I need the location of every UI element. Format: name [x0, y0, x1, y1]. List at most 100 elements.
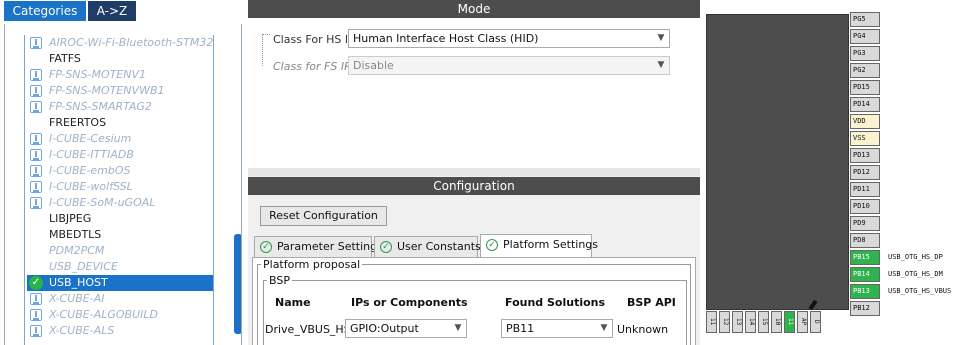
pin-pg5[interactable]: PG5: [850, 12, 880, 27]
mode-body: Class For HS IP Human Interface Host Cla…: [248, 18, 700, 168]
component-list-item[interactable]: I-CUBE-ITTIADB: [27, 147, 213, 163]
pin-pb13[interactable]: PB13: [850, 284, 880, 299]
download-icon: [30, 85, 42, 97]
pin-vss[interactable]: VSS: [850, 131, 880, 146]
component-list: AIROC-Wi-Fi-Bluetooth-STM32 FATFS FP-SNS-M…: [24, 35, 214, 345]
pin-pb15[interactable]: PB15: [850, 250, 880, 265]
hs-class-value: Human Interface Host Class (HID): [353, 32, 539, 45]
pin-pd11[interactable]: PD11: [850, 182, 880, 197]
download-icon: [30, 69, 42, 81]
component-list-item-label: I-CUBE-embOS: [49, 164, 131, 177]
component-list-item-label: PDM2PCM: [49, 244, 105, 257]
component-list-item-label: I-CUBE-Cesium: [49, 132, 132, 145]
component-list-item[interactable]: FREERTOS: [27, 115, 213, 131]
hs-class-label: Class For HS IP: [273, 33, 355, 46]
pin-pg2[interactable]: PG2: [850, 63, 880, 78]
pin-pd10[interactable]: PD10: [850, 199, 880, 214]
solution-select[interactable]: PB11 ▼: [501, 319, 613, 338]
download-icon: [30, 309, 42, 321]
component-list-item[interactable]: FP-SNS-MOTENVWB1: [27, 83, 213, 99]
fs-class-select[interactable]: Disable ▼: [348, 56, 670, 75]
platform-proposal-label: Platform proposal: [261, 258, 363, 271]
component-list-item[interactable]: AIROC-Wi-Fi-Bluetooth-STM32: [27, 35, 213, 51]
component-list-item-label: LIBJPEG: [49, 212, 92, 225]
download-icon: [30, 149, 42, 161]
column-header-name: Name: [275, 296, 311, 309]
tab-platform-settings[interactable]: ✓ Platform Settings: [480, 234, 598, 258]
component-list-item-label: FP-SNS-MOTENVWB1: [49, 84, 165, 97]
configuration-header: Configuration: [248, 177, 700, 195]
pin-pb12[interactable]: PB12: [850, 301, 880, 316]
component-list-item[interactable]: X-CUBE-ALS: [27, 323, 213, 339]
pin-pd15[interactable]: PD15: [850, 80, 880, 95]
column-header-solutions: Found Solutions: [505, 296, 606, 309]
component-list-item-label: I-CUBE-ITTIADB: [49, 148, 134, 161]
tab-user-constants[interactable]: ✓ User Constants: [374, 236, 481, 258]
component-list-item[interactable]: PDM2PCM: [27, 243, 213, 259]
mode-header: Mode: [248, 0, 700, 18]
component-list-item[interactable]: I-CUBE-Cesium: [27, 131, 213, 147]
component-list-item-label: X-CUBE-ALS: [49, 324, 115, 337]
component-list-item[interactable]: X-CUBE-AI: [27, 291, 213, 307]
check-icon: ✓: [29, 276, 43, 290]
column-header-ips: IPs or Components: [351, 296, 468, 309]
bottom-pin[interactable]: 15: [758, 311, 769, 333]
check-circle-icon: ✓: [486, 239, 498, 251]
pin-vdd[interactable]: VDD: [850, 114, 880, 129]
component-list-item[interactable]: FATFS: [27, 51, 213, 67]
hs-class-select[interactable]: Human Interface Host Class (HID) ▼: [348, 29, 670, 48]
pin-pd9[interactable]: PD9: [850, 216, 880, 231]
component-list-item[interactable]: I-CUBE-SoM-uGOAL: [27, 195, 213, 211]
component-list-frame: AIROC-Wi-Fi-Bluetooth-STM32 FATFS FP-SNS-M…: [4, 24, 242, 345]
bottom-pin[interactable]: 10: [771, 311, 782, 333]
ip-select[interactable]: GPIO:Output ▼: [345, 319, 467, 338]
pin-pd14[interactable]: PD14: [850, 97, 880, 112]
pin-pd12[interactable]: PD12: [850, 165, 880, 180]
pin-pb14[interactable]: PB14: [850, 267, 880, 282]
bottom-pin[interactable]: 12: [719, 311, 730, 333]
mcu-chip-body: [706, 14, 849, 310]
mode-configuration-panel: Mode Class For HS IP Human Interface Hos…: [248, 0, 700, 345]
component-list-item[interactable]: MBEDTLS: [27, 227, 213, 243]
components-panel: Categories A->Z AIROC-Wi-Fi-Bluetooth-ST…: [0, 0, 244, 345]
chevron-down-icon: ▼: [657, 60, 665, 70]
bottom-pin[interactable]: 11: [784, 311, 795, 333]
component-list-item[interactable]: FP-SNS-SMARTAG2: [27, 99, 213, 115]
bottom-pin[interactable]: AP: [797, 311, 808, 333]
bottom-pin[interactable]: 11: [706, 311, 717, 333]
component-list-item-label: X-CUBE-AI: [49, 292, 105, 305]
component-list-item[interactable]: FP-SNS-MOTENV1: [27, 67, 213, 83]
download-icon: [30, 197, 42, 209]
download-icon: [30, 101, 42, 113]
bottom-pin[interactable]: 14: [745, 311, 756, 333]
component-list-item-label: X-CUBE-ALGOBUILD: [49, 308, 158, 321]
component-list-item[interactable]: X-CUBE-ALGOBUILD: [27, 307, 213, 323]
download-icon: [30, 133, 42, 145]
tab-label: User Constants: [397, 240, 481, 253]
pin-signal-label: USB_OTG_HS_VBUS: [888, 287, 952, 295]
bottom-pin[interactable]: 13: [732, 311, 743, 333]
pin-pg4[interactable]: PG4: [850, 29, 880, 44]
tab-parameter-settings[interactable]: ✓ Parameter Settings: [254, 236, 383, 258]
pin-pd8[interactable]: PD8: [850, 233, 880, 248]
component-list-item[interactable]: ✓ USB_HOST: [27, 275, 213, 291]
component-list-item-label: MBEDTLS: [49, 228, 102, 241]
row-bsp-api: Unknown: [617, 323, 669, 336]
category-tabs: Categories A->Z: [0, 0, 244, 22]
component-list-item[interactable]: I-CUBE-embOS: [27, 163, 213, 179]
component-list-item[interactable]: LIBJPEG: [27, 211, 213, 227]
pin-pd13[interactable]: PD13: [850, 148, 880, 163]
component-list-item-label: FP-SNS-MOTENV1: [49, 68, 147, 81]
pin-signal-label: USB_OTG_HS_DP: [888, 253, 943, 261]
tab-a-z[interactable]: A->Z: [88, 1, 136, 21]
component-list-item-label: FATFS: [49, 52, 81, 65]
tab-categories[interactable]: Categories: [4, 1, 86, 21]
bottom-pin[interactable]: D: [810, 311, 821, 333]
component-list-item[interactable]: I-CUBE-wolfSSL: [27, 179, 213, 195]
download-icon: [30, 37, 42, 49]
list-scrollbar[interactable]: [234, 234, 241, 334]
download-icon: [30, 325, 42, 337]
reset-configuration-button[interactable]: Reset Configuration: [260, 206, 387, 226]
component-list-item[interactable]: USB_DEVICE: [27, 259, 213, 275]
pin-pg3[interactable]: PG3: [850, 46, 880, 61]
